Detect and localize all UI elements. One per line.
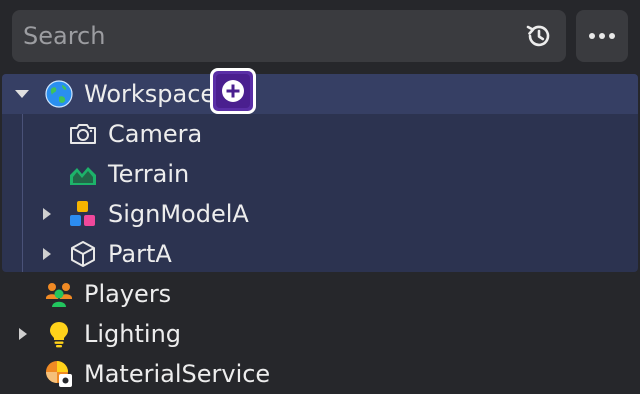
insert-object-button[interactable] xyxy=(210,68,256,114)
more-options-button[interactable] xyxy=(576,10,628,62)
players-icon xyxy=(46,283,72,307)
terrain-icon xyxy=(70,167,96,185)
tree-item-signmodela[interactable]: SignModelA xyxy=(68,194,249,234)
chevron-right-icon[interactable] xyxy=(40,247,54,261)
tree-item-lighting[interactable]: Lighting xyxy=(44,314,181,354)
lightbulb-icon xyxy=(50,322,68,348)
tree-item-label: SignModelA xyxy=(108,200,249,228)
tree-item-label: Players xyxy=(84,280,172,308)
chevron-right-icon[interactable] xyxy=(16,327,30,341)
history-icon[interactable] xyxy=(524,21,554,51)
tree-item-terrain[interactable]: Terrain xyxy=(68,154,189,194)
search-input[interactable]: Search xyxy=(12,10,566,62)
tree-item-label: Workspace xyxy=(84,80,216,108)
toolbar: Search xyxy=(0,0,640,72)
tree-item-camera[interactable]: Camera xyxy=(68,114,202,154)
tree-item-label: Terrain xyxy=(108,160,190,188)
tree-indent-guide xyxy=(22,114,23,272)
tree-item-parta[interactable]: PartA xyxy=(68,234,172,274)
more-options-icon xyxy=(609,33,615,39)
tree-item-workspace[interactable]: Workspace xyxy=(14,74,215,114)
tree-item-players[interactable]: Players xyxy=(44,274,171,314)
more-options-icon xyxy=(599,33,605,39)
part-icon xyxy=(71,241,95,267)
tree-item-label: PartA xyxy=(108,240,172,268)
camera-icon xyxy=(70,124,96,144)
tree-item-label: Lighting xyxy=(84,320,182,348)
tree-item-label: Camera xyxy=(108,120,203,148)
chevron-right-icon[interactable] xyxy=(40,207,54,221)
more-options-icon xyxy=(589,33,595,39)
material-service-icon xyxy=(46,361,72,387)
plus-circle-icon xyxy=(222,80,244,102)
search-placeholder: Search xyxy=(23,22,106,50)
chevron-down-icon[interactable] xyxy=(14,86,30,102)
tree-item-materialservice[interactable]: MaterialService xyxy=(44,354,270,394)
model-icon xyxy=(70,201,95,226)
globe-icon xyxy=(45,80,73,108)
tree-item-label: MaterialService xyxy=(84,360,271,388)
